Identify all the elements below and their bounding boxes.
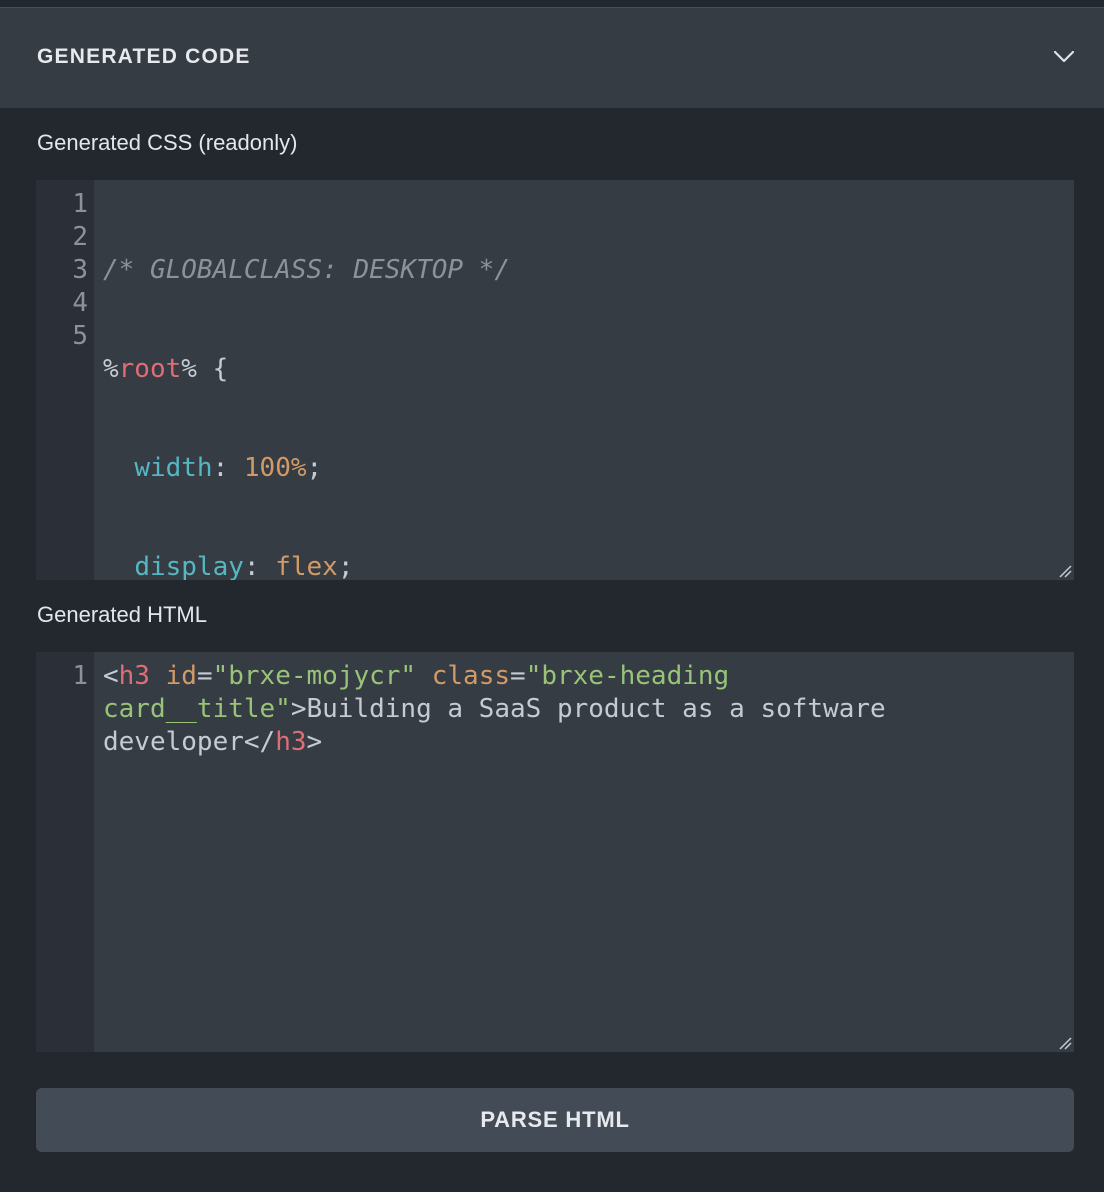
code-attribute: class <box>431 661 511 691</box>
code-attribute: id <box>165 661 197 691</box>
css-code: /* GLOBALCLASS: DESKTOP */ %root% { widt… <box>103 188 1034 580</box>
code-tag: h3 <box>118 661 150 691</box>
html-code: <h3 id="brxe-mojycr" class="brxe-heading… <box>103 660 1034 759</box>
section-title: GENERATED CODE <box>37 45 251 68</box>
code-punct: = <box>196 661 213 691</box>
line-number: 1 <box>72 661 88 691</box>
code-line: display: flex; <box>103 551 1034 580</box>
chevron-down-icon[interactable] <box>1052 48 1076 64</box>
code-punct: ; <box>306 453 323 483</box>
code-punct: = <box>510 661 526 691</box>
code-punct: { <box>196 354 229 384</box>
html-line-numbers: 1 <box>36 660 88 693</box>
code-punct: : <box>243 552 276 580</box>
code-punct: : <box>212 453 244 483</box>
html-label: Generated HTML <box>37 602 207 627</box>
code-tag: h3 <box>275 727 307 757</box>
code-punct: </ <box>243 727 276 757</box>
code-line: /* GLOBALCLASS: DESKTOP */ <box>103 254 1034 287</box>
line-number: 4 <box>72 288 88 318</box>
code-comment: /* GLOBALCLASS: DESKTOP */ <box>103 255 510 285</box>
css-line-numbers: 1 2 3 4 5 <box>36 188 88 353</box>
parse-html-button[interactable]: PARSE HTML <box>36 1088 1074 1152</box>
html-gutter <box>36 652 94 1052</box>
code-value: 100% <box>243 453 307 483</box>
code-property: display <box>134 552 244 580</box>
css-label: Generated CSS (readonly) <box>37 130 298 155</box>
resize-handle-icon[interactable] <box>1058 1036 1072 1050</box>
html-code-editor[interactable]: 1 <h3 id="brxe-mojycr" class="brxe-headi… <box>36 652 1074 1052</box>
code-line: width: 100%; <box>103 452 1034 485</box>
code-punct: > <box>306 727 323 757</box>
line-number: 5 <box>72 321 88 351</box>
code-value: flex <box>275 552 338 580</box>
code-line: %root% { <box>103 353 1034 386</box>
line-number: 1 <box>72 189 88 219</box>
code-punct: % <box>103 354 119 384</box>
resize-handle-icon[interactable] <box>1058 564 1072 578</box>
top-divider <box>0 0 1104 8</box>
line-number: 2 <box>72 222 88 252</box>
code-punct: < <box>103 661 119 691</box>
css-code-editor[interactable]: 1 2 3 4 5 /* GLOBALCLASS: DESKTOP */ %ro… <box>36 180 1074 580</box>
code-string: "brxe-mojycr" <box>212 661 417 691</box>
code-punct: % <box>181 354 197 384</box>
code-selector: root <box>118 354 182 384</box>
code-property: width <box>134 453 213 483</box>
code-punct: ; <box>337 552 354 580</box>
line-number: 3 <box>72 255 88 285</box>
code-punct: > <box>290 694 307 724</box>
generated-code-header[interactable]: GENERATED CODE <box>0 8 1104 108</box>
